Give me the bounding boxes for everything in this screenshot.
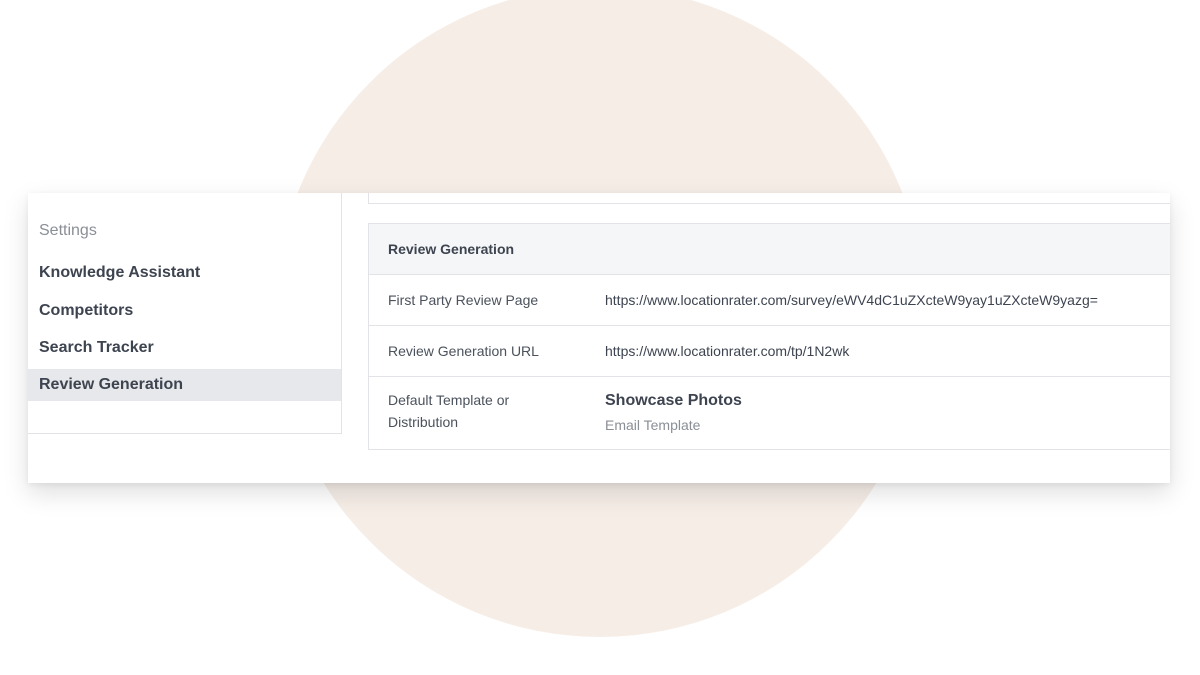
row-label-line: Distribution bbox=[388, 414, 459, 430]
panel-header: Review Generation bbox=[369, 224, 1170, 275]
template-name[interactable]: Showcase Photos bbox=[605, 392, 742, 410]
settings-sidebar: Settings Knowledge Assistant Competitors… bbox=[28, 193, 342, 434]
panel-title: Review Generation bbox=[388, 241, 515, 257]
settings-row-review-generation-url: Review Generation URL https://www.locati… bbox=[369, 326, 1170, 377]
sidebar-item-search-tracker[interactable]: Search Tracker bbox=[28, 332, 341, 364]
sidebar-heading: Settings bbox=[39, 222, 97, 239]
row-label: Review Generation URL bbox=[388, 343, 539, 359]
sidebar-item-knowledge-assistant[interactable]: Knowledge Assistant bbox=[28, 257, 341, 289]
settings-row-first-party-review-page: First Party Review Page https://www.loca… bbox=[369, 275, 1170, 326]
settings-window: Settings Knowledge Assistant Competitors… bbox=[28, 193, 1170, 483]
row-label: Default Template or Distribution bbox=[388, 389, 509, 433]
template-type: Email Template bbox=[605, 417, 701, 433]
row-label-line: Default Template or bbox=[388, 392, 510, 408]
first-party-review-page-link[interactable]: https://www.locationrater.com/survey/eWV… bbox=[605, 292, 1098, 308]
sidebar-item-review-generation[interactable]: Review Generation bbox=[28, 369, 341, 401]
row-label: First Party Review Page bbox=[388, 292, 539, 308]
sidebar-item-competitors[interactable]: Competitors bbox=[28, 295, 341, 327]
review-generation-url-link[interactable]: https://www.locationrater.com/tp/1N2wk bbox=[605, 343, 849, 359]
previous-panel-edge bbox=[368, 193, 1170, 204]
settings-row-default-template: Default Template or Distribution Showcas… bbox=[369, 377, 1170, 449]
review-generation-panel: Review Generation First Party Review Pag… bbox=[368, 223, 1170, 450]
